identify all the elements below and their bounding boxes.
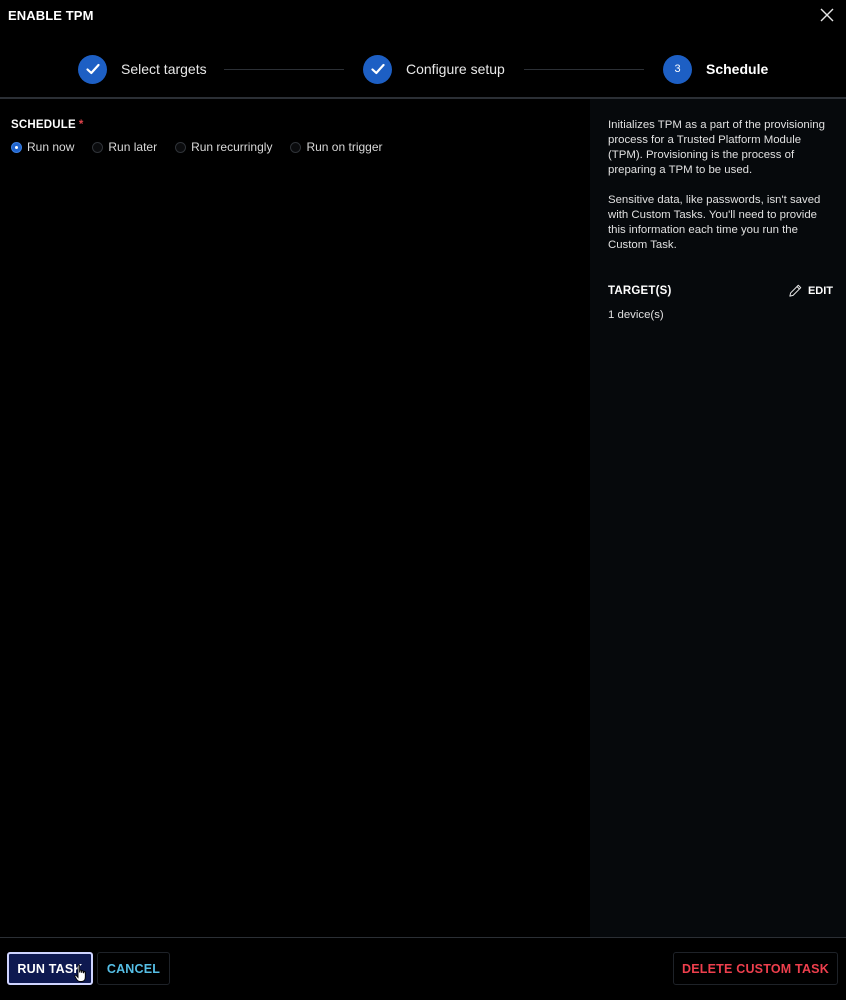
radio-button[interactable]: [11, 141, 22, 153]
radio-run-on-trigger[interactable]: Run on trigger: [290, 140, 383, 154]
device-count: 1 device(s): [608, 309, 664, 321]
dialog-header: ENABLE TPM: [0, 0, 846, 30]
radio-label: Run later: [108, 140, 158, 154]
radio-label: Run on trigger: [306, 140, 383, 154]
step-label: Configure setup: [406, 61, 505, 77]
required-mark: *: [78, 119, 84, 131]
radio-label: Run recurringly: [191, 140, 273, 154]
step-connector: [224, 69, 344, 70]
edit-targets-button[interactable]: EDIT: [788, 283, 833, 298]
radio-run-later[interactable]: Run later: [92, 140, 157, 154]
check-icon: [78, 54, 107, 84]
schedule-radio-group: Run now Run later Run recurringly Run on…: [11, 140, 401, 154]
radio-button[interactable]: [175, 141, 187, 153]
radio-button[interactable]: [290, 141, 302, 153]
schedule-label: SCHEDULE *: [11, 119, 84, 131]
schedule-panel: SCHEDULE * Run now Run later Run recurrin…: [0, 99, 590, 937]
step-schedule[interactable]: 3 Schedule: [663, 54, 768, 84]
delete-custom-task-button[interactable]: DELETE CUSTOM TASK: [673, 952, 838, 985]
radio-run-now[interactable]: Run now: [11, 140, 74, 154]
step-configure-setup[interactable]: Configure setup: [363, 54, 505, 84]
dialog-footer: RUN TASK CANCEL DELETE CUSTOM TASK: [0, 938, 846, 1000]
close-icon[interactable]: [818, 6, 836, 24]
step-label: Schedule: [706, 61, 769, 77]
step-number-badge: 3: [663, 54, 692, 84]
description-paragraph: Sensitive data, like passwords, isn't sa…: [608, 194, 821, 251]
run-task-button[interactable]: RUN TASK: [7, 952, 93, 985]
pencil-icon: [789, 284, 802, 297]
step-connector: [524, 69, 644, 70]
targets-title: TARGET(S): [608, 285, 672, 297]
radio-run-recurringly[interactable]: Run recurringly: [175, 140, 272, 154]
description-paragraph: Initializes TPM as a part of the provisi…: [608, 119, 825, 176]
edit-label: EDIT: [807, 284, 833, 297]
check-icon: [363, 54, 392, 84]
radio-label: Run now: [27, 140, 75, 154]
step-label: Select targets: [121, 61, 207, 77]
task-description: Initializes TPM as a part of the provisi…: [608, 118, 836, 253]
step-select-targets[interactable]: Select targets: [78, 54, 207, 84]
radio-button[interactable]: [92, 141, 104, 153]
dialog-title: ENABLE TPM: [8, 8, 94, 23]
info-sidebar: Initializes TPM as a part of the provisi…: [590, 99, 846, 937]
cancel-button[interactable]: CANCEL: [97, 952, 170, 985]
wizard-stepper: Select targets Configure setup 3 Schedul…: [0, 38, 846, 98]
step-number: 3: [674, 63, 681, 75]
